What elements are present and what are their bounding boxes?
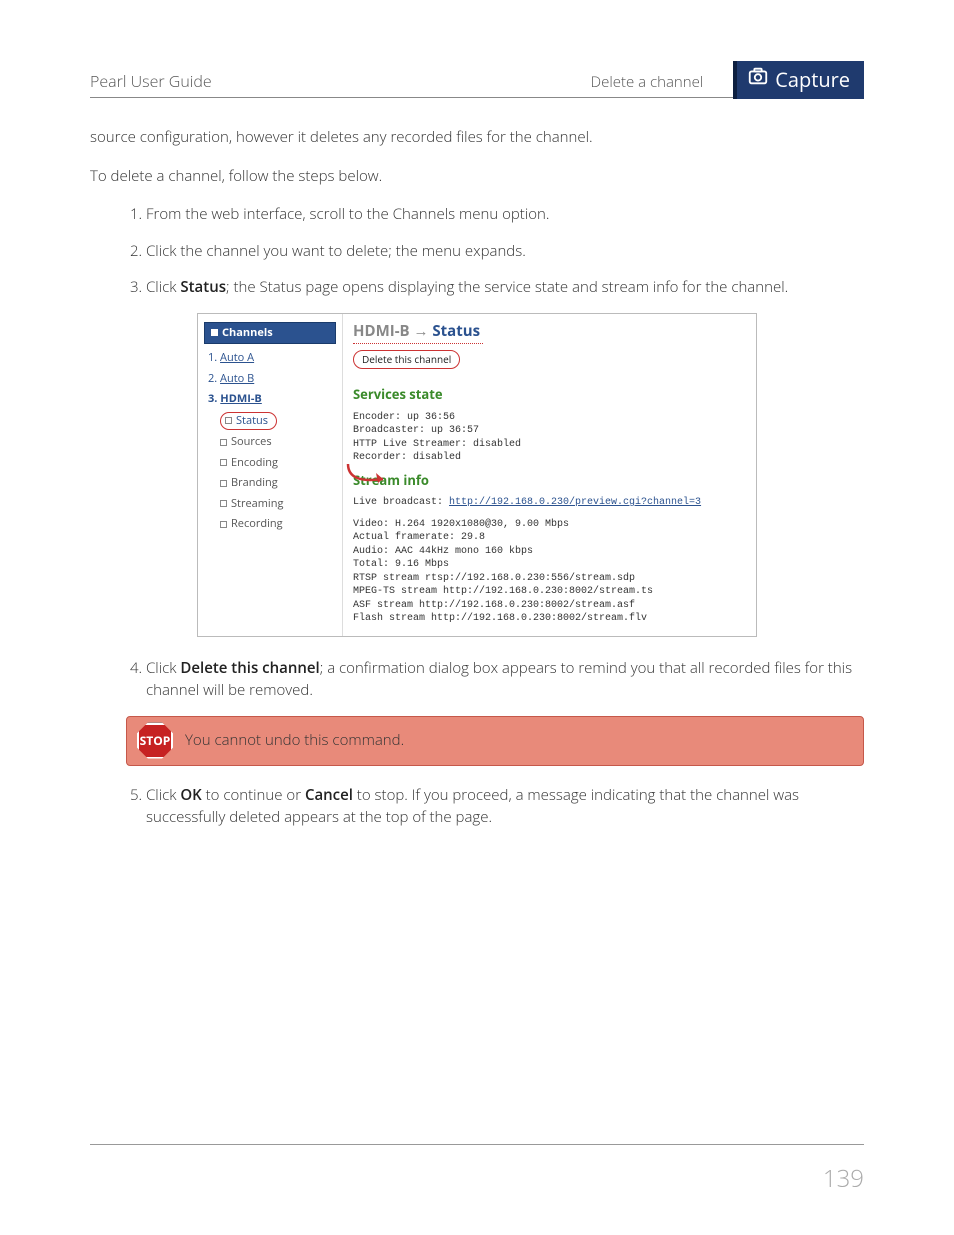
live-broadcast-link[interactable]: http://192.168.0.230/preview.cgi?channel… <box>449 497 701 508</box>
capture-tab-label: Capture <box>775 65 850 95</box>
steps-list-cont2: Click OK to continue or Cancel to stop. … <box>90 784 864 829</box>
page-header: Pearl User Guide Delete a channel Captur… <box>90 55 864 98</box>
fig-ch-3[interactable]: 3. HDMI-B <box>208 391 332 408</box>
fig-sub-status[interactable]: Status <box>220 412 336 431</box>
step-3: Click Status; the Status page opens disp… <box>146 276 864 299</box>
bullet-icon <box>220 480 227 487</box>
footer-divider <box>90 1144 864 1145</box>
bullet-icon <box>220 439 227 446</box>
capture-tab: Capture <box>733 61 864 99</box>
bullet-icon <box>220 500 227 507</box>
fig-stream-info-heading: Stream info <box>353 471 746 491</box>
fig-sidebar: Channels 1. Auto A 2. Auto B 3. HDMI-B S… <box>198 314 343 636</box>
step-4: Click Delete this channel; a confirmatio… <box>146 657 864 702</box>
fig-main: HDMI-B → Status Delete this channel Serv… <box>343 314 756 636</box>
section-title: Delete a channel <box>591 71 704 94</box>
intro-p2: To delete a channel, follow the steps be… <box>90 165 864 188</box>
fig-sub-branding[interactable]: Branding <box>220 475 336 492</box>
fig-sub-sources[interactable]: Sources <box>220 434 336 451</box>
fig-live-broadcast: Live broadcast: http://192.168.0.230/pre… <box>353 496 746 510</box>
steps-list-cont: Click Delete this channel; a confirmatio… <box>90 657 864 702</box>
fig-page-title: HDMI-B → Status <box>353 320 746 343</box>
step-1: From the web interface, scroll to the Ch… <box>146 203 864 226</box>
bullet-icon <box>220 521 227 528</box>
guide-title: Pearl User Guide <box>90 69 591 93</box>
page-number: 139 <box>823 1161 864 1197</box>
fig-sub-recording[interactable]: Recording <box>220 516 336 533</box>
stop-icon: STOP <box>137 723 173 759</box>
fig-ch-2[interactable]: 2. Auto B <box>208 371 332 388</box>
bullet-icon <box>220 459 227 466</box>
step-2: Click the channel you want to delete; th… <box>146 240 864 263</box>
delete-channel-button[interactable]: Delete this channel <box>353 350 460 369</box>
step-5: Click OK to continue or Cancel to stop. … <box>146 784 864 829</box>
intro-p1: source configuration, however it deletes… <box>90 126 864 149</box>
camera-icon <box>747 65 769 95</box>
bullet-icon <box>225 417 232 424</box>
fig-channels-header: Channels <box>204 322 336 345</box>
fig-ch-1[interactable]: 1. Auto A <box>208 350 332 367</box>
fig-sub-encoding[interactable]: Encoding <box>220 455 336 472</box>
fig-sub-streaming[interactable]: Streaming <box>220 496 336 513</box>
fig-stream-details: Video: H.264 1920x1080@30, 9.00 Mbps Act… <box>353 518 746 626</box>
callout-text: You cannot undo this command. <box>185 729 404 752</box>
title-underline <box>353 343 483 344</box>
status-screenshot: Channels 1. Auto A 2. Auto B 3. HDMI-B S… <box>197 313 757 637</box>
square-icon <box>211 329 218 336</box>
fig-services-text: Encoder: up 36:56 Broadcaster: up 36:57 … <box>353 411 746 465</box>
stop-callout: STOP You cannot undo this command. <box>126 716 864 766</box>
fig-services-state-heading: Services state <box>353 385 746 405</box>
steps-list: From the web interface, scroll to the Ch… <box>90 203 864 299</box>
